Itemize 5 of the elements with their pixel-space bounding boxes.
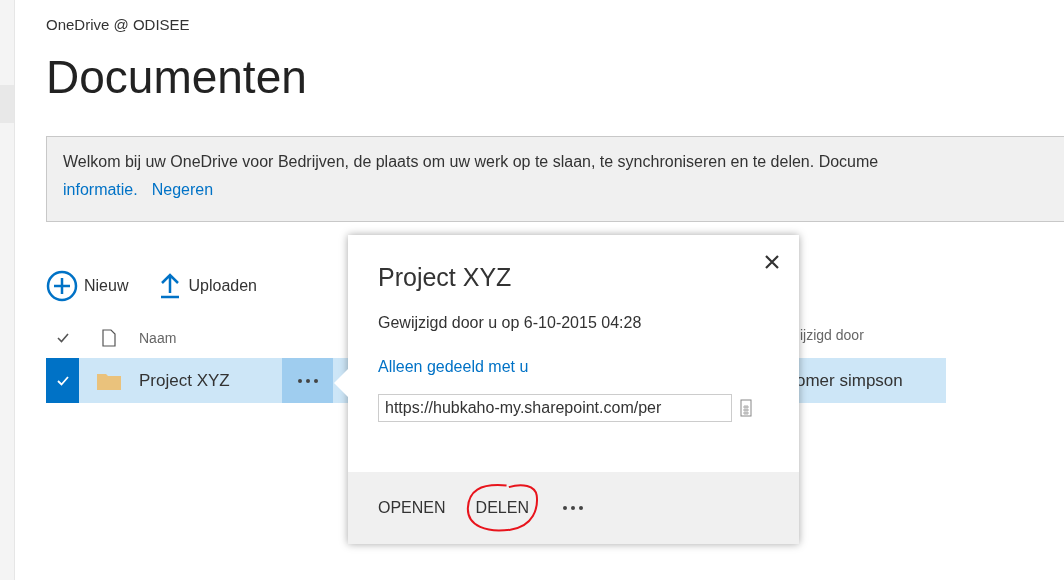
page-title: Documenten <box>46 50 307 104</box>
site-title: OneDrive @ ODISEE <box>46 16 190 33</box>
banner-message: Welkom bij uw OneDrive voor Bedrijven, de plaats om uw werk op te slaan, te synchroniseren en te delen. Docume <box>63 153 879 171</box>
modified-info: Gewijzigd door u op 6-10-2015 04:28 <box>378 314 642 331</box>
callout-title: Project XYZ <box>378 263 512 292</box>
